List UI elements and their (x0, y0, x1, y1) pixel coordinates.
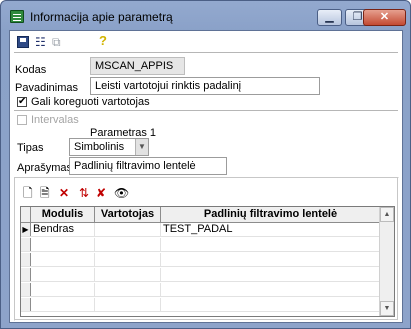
aprasymas-label: Aprašymas (17, 162, 73, 174)
tipas-label: Tipas (17, 142, 44, 154)
row-indicator (21, 238, 31, 251)
table-row[interactable] (21, 253, 380, 267)
table-row[interactable] (21, 238, 380, 252)
delete-record-icon[interactable]: ✕ (59, 186, 69, 200)
grid-header-lentele[interactable]: Padlinių filtravimo lentelė (161, 207, 380, 222)
pavadinimas-label: Pavadinimas (15, 82, 78, 94)
cell-vartotojas[interactable] (95, 283, 161, 296)
grid-header-vartotojas[interactable]: Vartotojas (95, 207, 161, 222)
toolbar-divider (14, 52, 398, 54)
row-indicator (21, 253, 31, 266)
row-indicator (21, 298, 31, 311)
cell-vartotojas[interactable] (95, 223, 161, 236)
binoculars-icon[interactable]: 👁 (114, 186, 129, 200)
window-title: Informacija apie parametrą (30, 10, 173, 24)
pavadinimas-field[interactable]: Leisti vartotojui rinktis padalinį (90, 77, 320, 95)
grid-header-row: Modulis Vartotojas Padlinių filtravimo l… (21, 207, 380, 223)
intervalas-label: Intervalas (31, 114, 79, 126)
scroll-down-icon[interactable]: ▼ (380, 301, 394, 316)
kodas-field[interactable]: MSCAN_APPIS (90, 57, 185, 75)
cell-lentele[interactable] (161, 253, 380, 266)
cell-modulis[interactable] (31, 253, 95, 266)
row-indicator: ▶ (21, 223, 31, 236)
data-grid[interactable]: Modulis Vartotojas Padlinių filtravimo l… (20, 206, 395, 317)
help-icon[interactable]: ? (99, 34, 111, 48)
sort-icon[interactable]: ⇅ (79, 186, 89, 200)
edit-record-icon[interactable]: 🗎 (40, 186, 50, 200)
cell-lentele[interactable]: TEST_PADAL (161, 223, 380, 236)
close-button[interactable]: ✕ (363, 9, 406, 26)
cell-lentele[interactable] (161, 238, 380, 251)
delete-all-icon[interactable]: ✘ (96, 186, 106, 200)
grid-header-indicator (21, 207, 31, 222)
kodas-label: Kodas (15, 64, 47, 76)
cell-lentele[interactable] (161, 283, 380, 296)
cell-modulis[interactable] (31, 268, 95, 281)
cell-vartotojas[interactable] (95, 268, 161, 281)
minimize-button[interactable]: ▁ (317, 9, 342, 26)
editable-label: Gali koreguoti vartotojas (31, 96, 150, 108)
tree-copy-icon[interactable]: ☷ (35, 35, 51, 49)
tipas-select[interactable]: Simbolinis ▼ (69, 138, 149, 156)
cell-vartotojas[interactable] (95, 298, 161, 311)
dialog-window: Informacija apie parametrą ▁ ❐ ✕ ☷ ⧉ ? K… (0, 0, 411, 329)
cell-modulis[interactable] (31, 238, 95, 251)
app-icon (10, 10, 24, 23)
vertical-scrollbar[interactable]: ▲ ▼ (379, 207, 394, 316)
grid-header-modulis[interactable]: Modulis (31, 207, 95, 222)
dialog-client-area: ☷ ⧉ ? Kodas MSCAN_APPIS Pavadinimas Leis… (9, 30, 403, 323)
tipas-selected-value: Simbolinis (74, 141, 125, 153)
table-row[interactable] (21, 298, 380, 312)
table-row[interactable] (21, 283, 380, 297)
row-indicator (21, 268, 31, 281)
new-record-icon[interactable]: 🗋 (23, 186, 33, 200)
cell-lentele[interactable] (161, 298, 380, 311)
scroll-up-icon[interactable]: ▲ (380, 207, 394, 222)
copy-icon[interactable]: ⧉ (52, 35, 66, 49)
table-row[interactable]: ▶ Bendras TEST_PADAL (21, 223, 380, 237)
cell-modulis[interactable]: Bendras (31, 223, 95, 236)
chevron-down-icon[interactable]: ▼ (135, 139, 148, 155)
save-icon[interactable] (17, 36, 29, 48)
table-row[interactable] (21, 268, 380, 282)
section-divider (14, 110, 398, 112)
editable-checkbox[interactable]: ✔ (17, 97, 27, 107)
cell-lentele[interactable] (161, 268, 380, 281)
intervalas-checkbox[interactable] (17, 115, 27, 125)
aprasymas-field[interactable]: Padlinių filtravimo lentelė (69, 157, 227, 175)
cell-vartotojas[interactable] (95, 253, 161, 266)
cell-vartotojas[interactable] (95, 238, 161, 251)
cell-modulis[interactable] (31, 298, 95, 311)
title-bar[interactable]: Informacija apie parametrą ▁ ❐ ✕ (1, 1, 410, 29)
row-indicator (21, 283, 31, 296)
cell-modulis[interactable] (31, 283, 95, 296)
